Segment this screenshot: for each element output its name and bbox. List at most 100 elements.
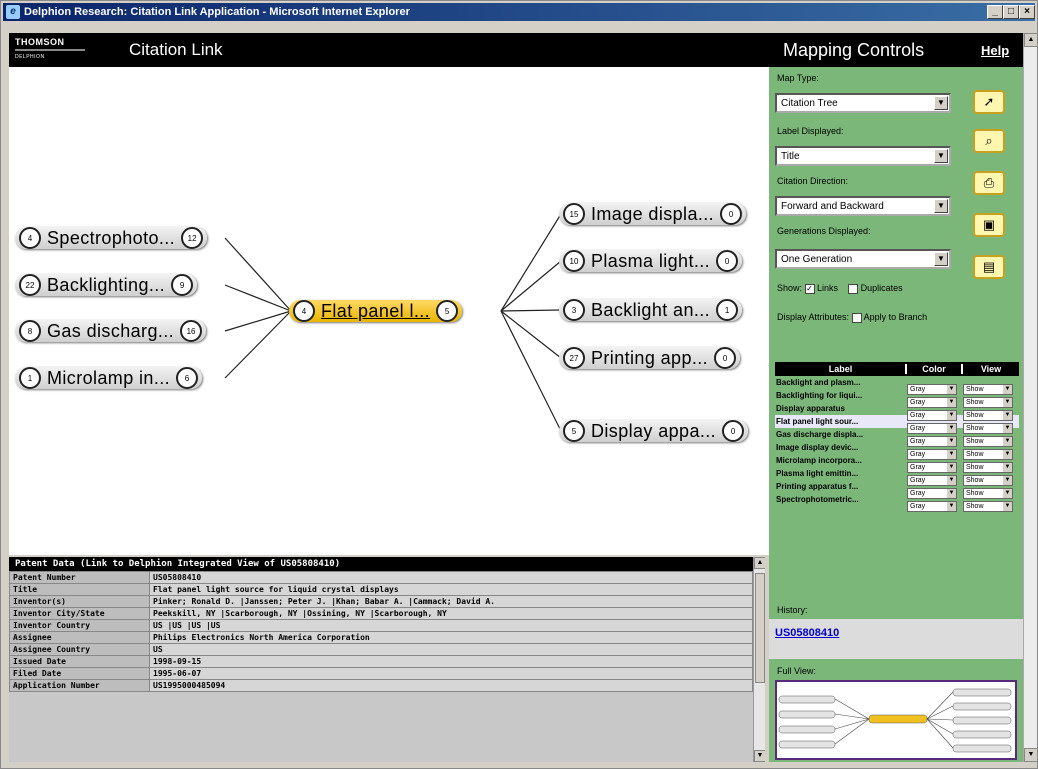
chevron-down-icon[interactable]: ▼: [947, 449, 956, 459]
view-select[interactable]: Show ▼: [963, 383, 1013, 395]
chevron-down-icon[interactable]: ▼: [947, 436, 956, 446]
label-displayed-select[interactable]: Title ▼: [775, 146, 951, 166]
node-label[interactable]: Printing app...: [585, 348, 714, 369]
view-select[interactable]: Show ▼: [963, 422, 1013, 434]
count-badge[interactable]: 0: [714, 347, 737, 369]
duplicates-checkbox[interactable]: [848, 283, 859, 294]
view-select[interactable]: Show ▼: [963, 461, 1013, 473]
chevron-down-icon[interactable]: ▼: [934, 149, 948, 163]
chevron-down-icon[interactable]: ▼: [934, 199, 948, 213]
node-label[interactable]: Microlamp in...: [41, 368, 176, 389]
citation-direction-select[interactable]: Forward and Backward ▼: [775, 196, 951, 216]
count-badge[interactable]: 15: [563, 203, 585, 225]
citation-node[interactable]: 15 Image displa... 0: [559, 201, 747, 227]
patent-data-header[interactable]: Patent Data (Link to Delphion Integrated…: [9, 557, 765, 571]
count-badge[interactable]: 0: [720, 203, 743, 225]
count-badge[interactable]: 10: [563, 250, 585, 272]
chevron-down-icon[interactable]: ▼: [1003, 423, 1012, 433]
count-badge[interactable]: 4: [293, 300, 315, 322]
color-select[interactable]: Gray ▼: [907, 474, 957, 486]
citation-node[interactable]: 5 Display appa... 0: [559, 418, 749, 444]
citation-node[interactable]: 22 Backlighting... 9: [15, 272, 198, 298]
count-badge[interactable]: 1: [19, 367, 41, 389]
scroll-down-icon[interactable]: ▼: [1024, 748, 1038, 762]
chevron-down-icon[interactable]: ▼: [947, 384, 956, 394]
citation-node[interactable]: 27 Printing app... 0: [559, 345, 741, 371]
chevron-down-icon[interactable]: ▼: [1003, 410, 1012, 420]
node-label[interactable]: Backlighting...: [41, 275, 171, 296]
view-select[interactable]: Show ▼: [963, 448, 1013, 460]
maximize-button[interactable]: □: [1003, 5, 1019, 19]
citation-node[interactable]: 1 Microlamp in... 6: [15, 365, 203, 391]
history-link[interactable]: US05808410: [775, 627, 839, 639]
full-view-thumbnail[interactable]: [775, 680, 1017, 760]
chevron-down-icon[interactable]: ▼: [947, 501, 956, 511]
node-label[interactable]: Display appa...: [585, 421, 722, 442]
citation-map[interactable]: 4 Spectrophoto... 12 22 Backlighting... 9 8 Gas…: [9, 67, 769, 555]
minimize-button[interactable]: _: [987, 5, 1003, 19]
generations-select[interactable]: One Generation ▼: [775, 249, 951, 269]
help-link[interactable]: Help: [981, 43, 1009, 58]
count-badge[interactable]: 5: [563, 420, 585, 442]
color-select[interactable]: Gray ▼: [907, 500, 957, 512]
chevron-down-icon[interactable]: ▼: [1003, 501, 1012, 511]
pointer-tool-button[interactable]: ➚: [973, 90, 1005, 114]
count-badge[interactable]: 5: [436, 300, 459, 322]
chevron-down-icon[interactable]: ▼: [1003, 449, 1012, 459]
chevron-down-icon[interactable]: ▼: [934, 252, 948, 266]
count-badge[interactable]: 9: [171, 274, 194, 296]
citation-node[interactable]: 8 Gas discharg... 16: [15, 318, 207, 344]
citation-node[interactable]: 10 Plasma light... 0: [559, 248, 743, 274]
color-select[interactable]: Gray ▼: [907, 409, 957, 421]
count-badge[interactable]: 0: [716, 250, 739, 272]
node-label[interactable]: Flat panel l...: [315, 301, 436, 322]
color-select[interactable]: Gray ▼: [907, 383, 957, 395]
patent-data-scrollbar[interactable]: ▲ ▼: [753, 557, 765, 762]
view-select[interactable]: Show ▼: [963, 409, 1013, 421]
view-select[interactable]: Show ▼: [963, 487, 1013, 499]
node-label[interactable]: Image displa...: [585, 204, 720, 225]
apply-to-branch-checkbox[interactable]: [851, 312, 862, 323]
color-select[interactable]: Gray ▼: [907, 448, 957, 460]
color-select[interactable]: Gray ▼: [907, 487, 957, 499]
color-select[interactable]: Gray ▼: [907, 396, 957, 408]
scroll-up-icon[interactable]: ▲: [754, 557, 765, 569]
chevron-down-icon[interactable]: ▼: [1003, 475, 1012, 485]
color-select[interactable]: Gray ▼: [907, 461, 957, 473]
map-type-select[interactable]: Citation Tree ▼: [775, 93, 951, 113]
print-button[interactable]: ⎙: [973, 171, 1005, 195]
chevron-down-icon[interactable]: ▼: [1003, 462, 1012, 472]
citation-node[interactable]: 3 Backlight an... 1: [559, 297, 743, 323]
chevron-down-icon[interactable]: ▼: [947, 475, 956, 485]
view-select[interactable]: Show ▼: [963, 396, 1013, 408]
count-badge[interactable]: 3: [563, 299, 585, 321]
view-select[interactable]: Show ▼: [963, 435, 1013, 447]
count-badge[interactable]: 27: [563, 347, 585, 369]
chevron-down-icon[interactable]: ▼: [934, 96, 948, 110]
view-select[interactable]: Show ▼: [963, 500, 1013, 512]
chevron-down-icon[interactable]: ▼: [947, 397, 956, 407]
focus-node[interactable]: 4 Flat panel l... 5: [289, 298, 463, 324]
node-label[interactable]: Gas discharg...: [41, 321, 180, 342]
page-scrollbar[interactable]: ▲ ▼: [1023, 33, 1038, 762]
color-select[interactable]: Gray ▼: [907, 422, 957, 434]
view-select[interactable]: Show ▼: [963, 474, 1013, 486]
chevron-down-icon[interactable]: ▼: [1003, 384, 1012, 394]
links-checkbox[interactable]: ✓: [804, 283, 815, 294]
open-button[interactable]: ▤: [973, 255, 1005, 279]
count-badge[interactable]: 16: [180, 320, 203, 342]
count-badge[interactable]: 1: [716, 299, 739, 321]
count-badge[interactable]: 8: [19, 320, 41, 342]
save-button[interactable]: ▣: [973, 213, 1005, 237]
scroll-down-icon[interactable]: ▼: [754, 750, 765, 762]
chevron-down-icon[interactable]: ▼: [947, 423, 956, 433]
scroll-thumb[interactable]: [755, 573, 765, 683]
count-badge[interactable]: 4: [19, 227, 41, 249]
count-badge[interactable]: 0: [722, 420, 745, 442]
chevron-down-icon[interactable]: ▼: [1003, 488, 1012, 498]
close-button[interactable]: ×: [1019, 5, 1035, 19]
node-label[interactable]: Spectrophoto...: [41, 228, 181, 249]
chevron-down-icon[interactable]: ▼: [947, 462, 956, 472]
count-badge[interactable]: 22: [19, 274, 41, 296]
chevron-down-icon[interactable]: ▼: [1003, 397, 1012, 407]
